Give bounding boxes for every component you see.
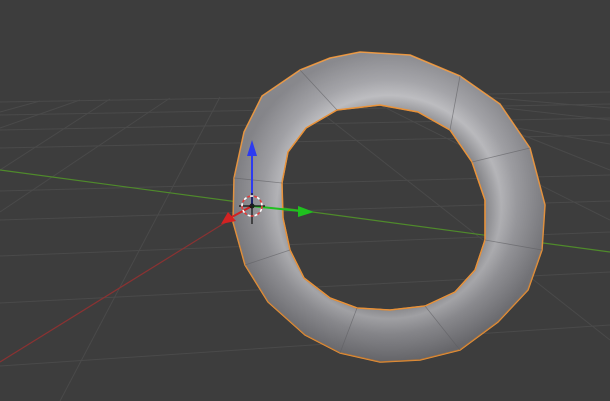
3d-viewport[interactable] xyxy=(0,0,610,401)
y-arrow-icon[interactable] xyxy=(298,206,314,217)
x-axis-line xyxy=(0,205,253,363)
viewport-canvas[interactable] xyxy=(0,0,610,401)
